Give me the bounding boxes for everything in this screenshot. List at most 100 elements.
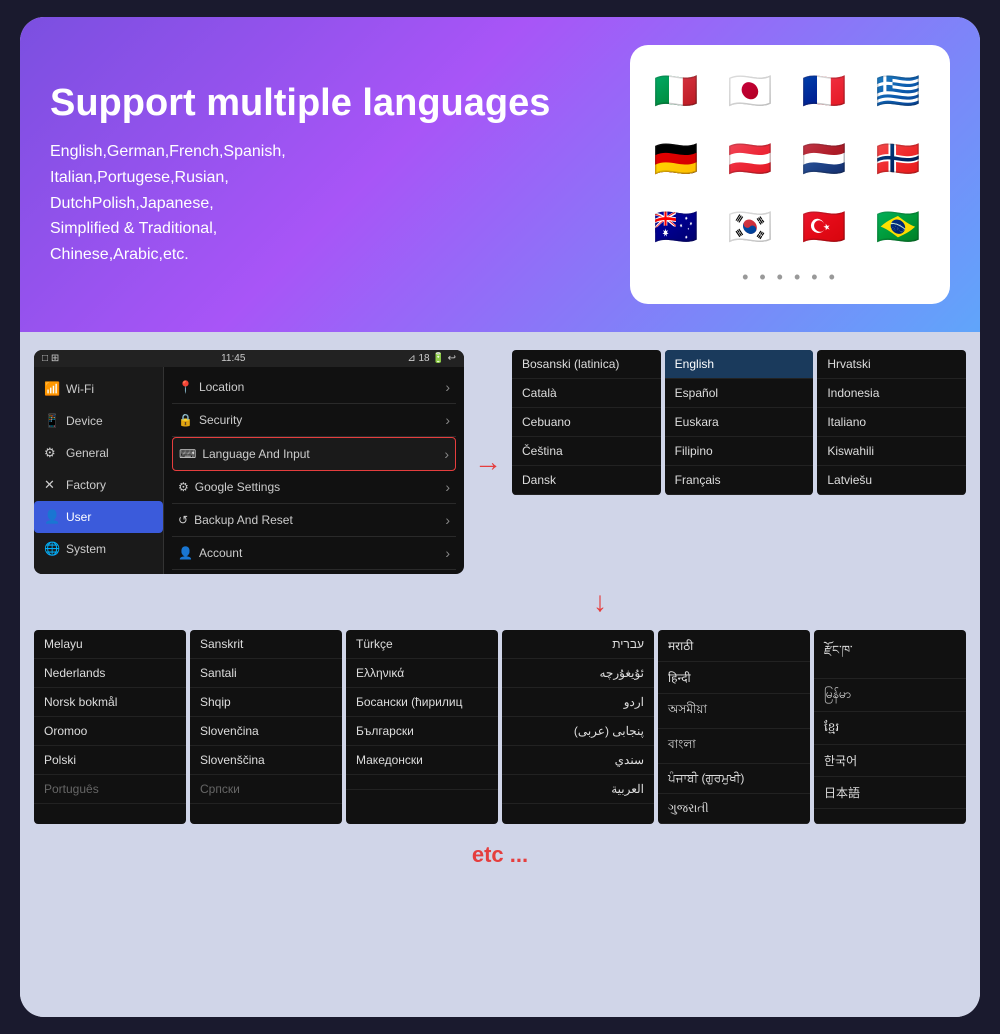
location-icon: 📍 (178, 380, 193, 394)
menu-factory[interactable]: ✕ Factory (34, 469, 163, 501)
menu-user-label: User (66, 510, 91, 524)
menu-general[interactable]: ⚙ General (34, 437, 163, 469)
menu-wifi[interactable]: 📶 Wi-Fi (34, 373, 163, 405)
flag-item: 🇹🇷 (794, 197, 854, 257)
settings-location-left: 📍 Location (178, 380, 244, 394)
general-icon: ⚙ (44, 445, 60, 461)
lang-item[interactable]: ગુજરાતી (658, 794, 810, 824)
flag-grid-container: 🇮🇹🇯🇵🇫🇷🇬🇷🇩🇪🇦🇹🇳🇱🇳🇴🇦🇺🇰🇷🇹🇷🇧🇷 • • • • • • (630, 45, 950, 304)
lang-item[interactable]: Türkçe (346, 630, 498, 659)
menu-system-label: System (66, 542, 106, 556)
lang-column-3: Hrvatski Indonesia Italiano Kiswahili La… (817, 350, 966, 495)
lang-item[interactable]: རྫོང་ཁ་ (814, 630, 966, 679)
lang-item[interactable]: 日本語 (814, 777, 966, 809)
lang-item[interactable]: অসমীয়া (658, 694, 810, 729)
lang-item[interactable]: Français (665, 466, 814, 495)
menu-user[interactable]: 👤 User (34, 501, 163, 533)
menu-factory-label: Factory (66, 478, 106, 492)
flag-item: 🇬🇷 (868, 61, 928, 121)
lang-item[interactable]: Slovenčina (190, 717, 342, 746)
lang-item[interactable]: Sanskrit (190, 630, 342, 659)
settings-security[interactable]: 🔒 Security › (172, 404, 456, 437)
chevron-icon3: › (444, 446, 449, 462)
settings-account[interactable]: 👤 Account › (172, 537, 456, 570)
menu-wifi-label: Wi-Fi (66, 382, 94, 396)
flag-item: 🇦🇺 (646, 197, 706, 257)
lang-item[interactable]: Español (665, 379, 814, 408)
lang-item[interactable]: ਪੰਜਾਬੀ (ਗੁਰਮੁਖੀ) (658, 764, 810, 794)
lang-item[interactable]: Català (512, 379, 661, 408)
settings-google-label: Google Settings (195, 480, 280, 494)
lang-item[interactable]: ئۇيغۇرچە (502, 659, 654, 688)
lang-item[interactable]: မြန်မာ (814, 679, 966, 712)
lang-col-bottom-4: עברית ئۇيغۇرچە اردو پنجابی (عربی) سندي ا… (502, 630, 654, 824)
factory-icon: ✕ (44, 477, 60, 493)
arrow-down-icon: ↓ (234, 586, 966, 618)
android-sidebar: 📶 Wi-Fi 📱 Device ⚙ General ✕ (34, 367, 164, 574)
lang-item[interactable]: Latviešu (817, 466, 966, 495)
lang-item[interactable]: Bosanski (latinica) (512, 350, 661, 379)
lang-item[interactable]: ខ្មែរ (814, 712, 966, 745)
lang-item[interactable]: Ελληνικά (346, 659, 498, 688)
lang-item[interactable]: Shqip (190, 688, 342, 717)
lang-item[interactable]: Македонски (346, 746, 498, 775)
flag-item: 🇯🇵 (720, 61, 780, 121)
lang-item[interactable]: العربية (502, 775, 654, 804)
settings-language-label: Language And Input (202, 447, 309, 461)
settings-backup[interactable]: ↺ Backup And Reset › (172, 504, 456, 537)
lang-item[interactable]: پنجابی (عربی) (502, 717, 654, 746)
lang-columns-right: Bosanski (latinica) Català Cebuano Češti… (512, 350, 966, 495)
lang-item[interactable]: Български (346, 717, 498, 746)
status-time: 11:45 (221, 353, 245, 364)
lang-item[interactable]: Melayu (34, 630, 186, 659)
flag-item: 🇳🇱 (794, 129, 854, 189)
lang-item[interactable]: Euskara (665, 408, 814, 437)
lang-item[interactable]: Kiswahili (817, 437, 966, 466)
lang-item[interactable]: Nederlands (34, 659, 186, 688)
lang-item[interactable] (346, 775, 498, 790)
lang-item[interactable]: Português (34, 775, 186, 804)
settings-google[interactable]: ⚙ Google Settings › (172, 471, 456, 504)
lang-item[interactable]: Filipino (665, 437, 814, 466)
lang-item[interactable]: বাংলা (658, 729, 810, 764)
lang-item[interactable]: سندي (502, 746, 654, 775)
lang-item[interactable]: Dansk (512, 466, 661, 495)
main-container: Support multiple languages English,Germa… (20, 17, 980, 1017)
lang-item-english[interactable]: English (665, 350, 814, 379)
settings-account-label: Account (199, 546, 242, 560)
settings-location[interactable]: 📍 Location › (172, 371, 456, 404)
lang-item[interactable]: मराठी (658, 630, 810, 662)
lang-item[interactable]: עברית (502, 630, 654, 659)
menu-system[interactable]: 🌐 System (34, 533, 163, 565)
lang-item[interactable]: Santali (190, 659, 342, 688)
lang-item[interactable]: Cebuano (512, 408, 661, 437)
status-bar: □ ⊞ 11:45 ⊿ 18 🔋 ↩ (34, 350, 464, 367)
chevron-icon2: › (445, 412, 450, 428)
lang-item[interactable]: Italiano (817, 408, 966, 437)
lang-item[interactable]: Slovenščina (190, 746, 342, 775)
lang-item[interactable] (814, 809, 966, 824)
lang-item[interactable]: Čeština (512, 437, 661, 466)
account-icon: 👤 (178, 546, 193, 560)
device-icon: 📱 (44, 413, 60, 429)
flag-dots: • • • • • • (646, 267, 934, 288)
lang-item[interactable]: 한국어 (814, 745, 966, 777)
top-banner: Support multiple languages English,Germa… (20, 17, 980, 332)
lang-item[interactable]: Босански (ћирилиц (346, 688, 498, 717)
lang-item[interactable]: Hrvatski (817, 350, 966, 379)
lang-item[interactable]: Polski (34, 746, 186, 775)
lang-item[interactable]: اردو (502, 688, 654, 717)
menu-device[interactable]: 📱 Device (34, 405, 163, 437)
lang-item[interactable]: Српски (190, 775, 342, 804)
lang-item[interactable]: Norsk bokmål (34, 688, 186, 717)
chevron-icon: › (445, 379, 450, 395)
lang-item[interactable]: हिन्दी (658, 662, 810, 694)
settings-language[interactable]: ⌨ Language And Input › (172, 437, 456, 471)
settings-security-left: 🔒 Security (178, 413, 242, 427)
banner-text: Support multiple languages English,Germa… (50, 82, 610, 268)
lang-item[interactable]: Oromoo (34, 717, 186, 746)
system-icon: 🌐 (44, 541, 60, 557)
lang-item[interactable]: Indonesia (817, 379, 966, 408)
lang-col-bottom-3: Türkçe Ελληνικά Босански (ћирилиц Българ… (346, 630, 498, 824)
etc-label: etc ... (34, 842, 966, 868)
